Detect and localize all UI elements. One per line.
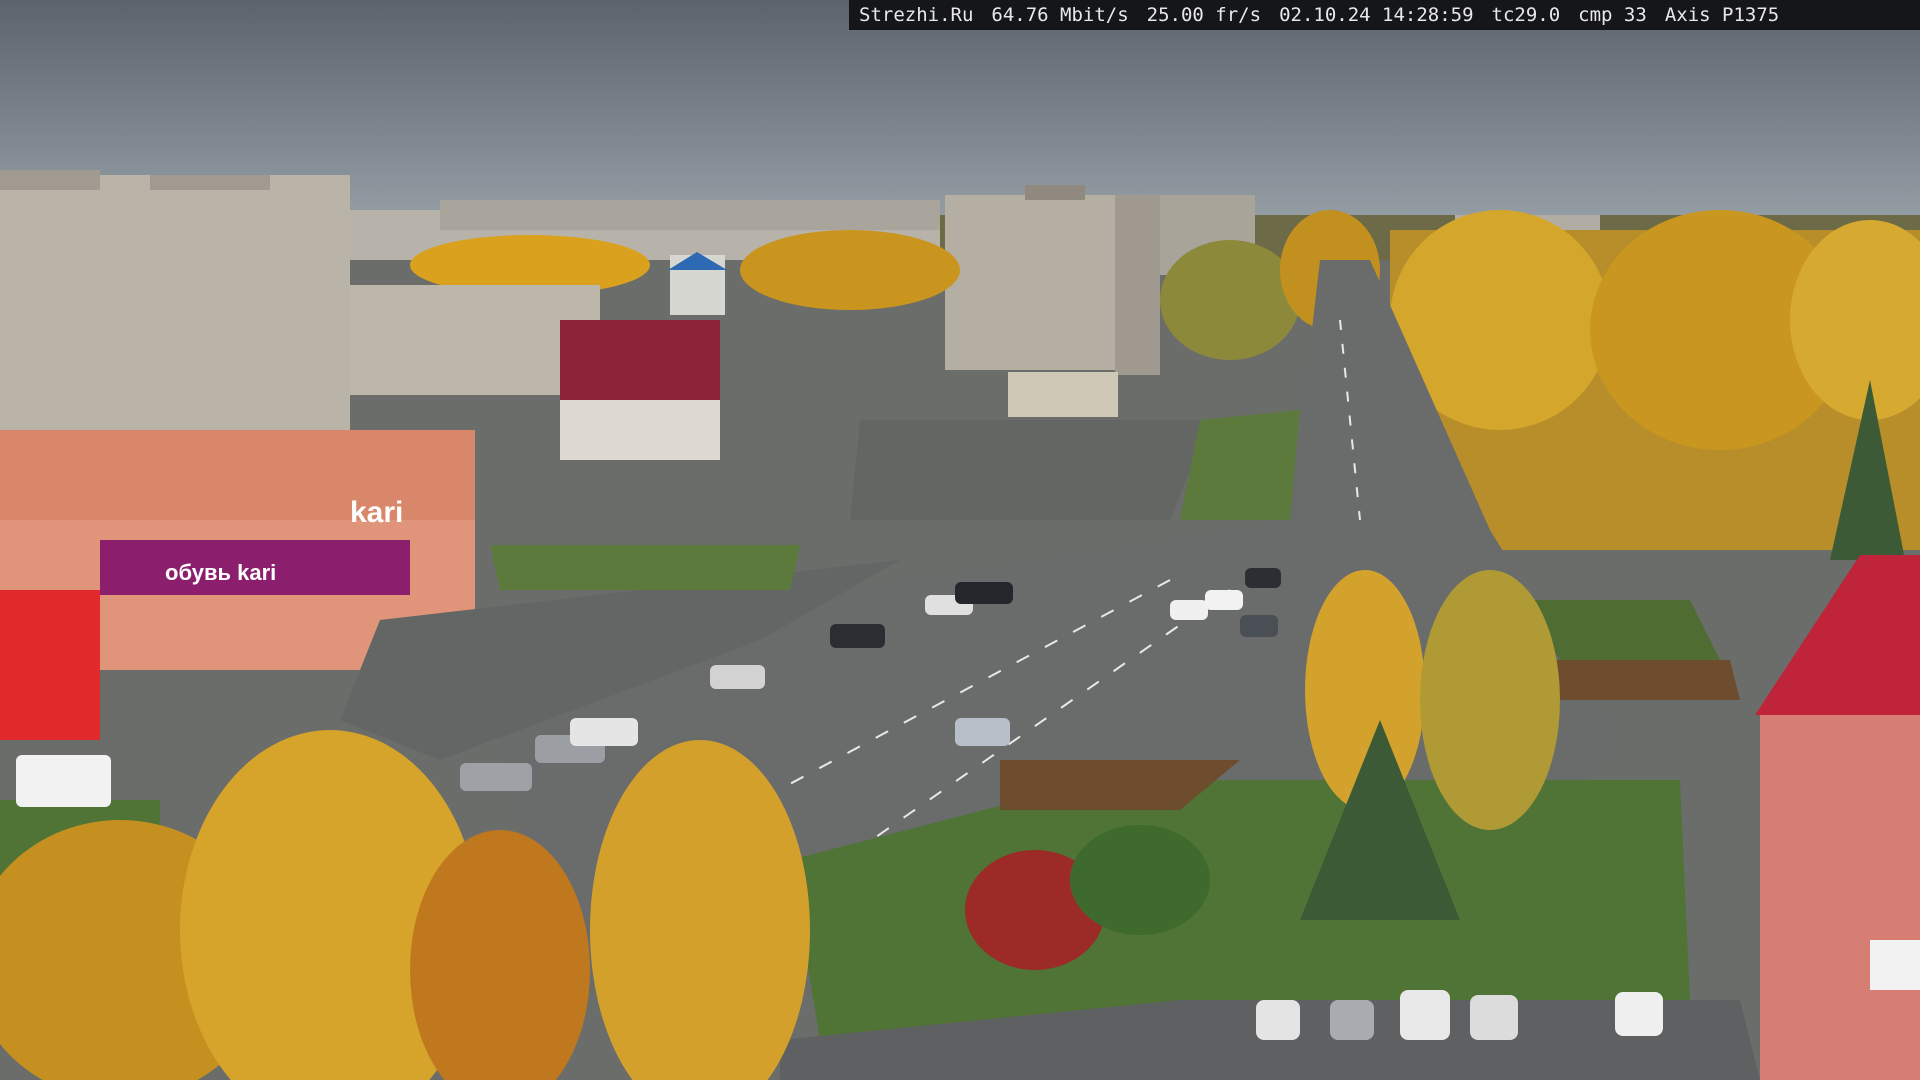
car [460, 763, 532, 791]
car [16, 755, 111, 807]
car [1330, 1000, 1374, 1040]
overlay-datetime: 02.10.24 14:28:59 [1279, 4, 1474, 26]
car [570, 718, 638, 746]
central-apartment-block [945, 185, 1160, 375]
kari-store-logo: kari [350, 496, 403, 529]
overlay-bitrate: 64.76 Mbit/s [991, 4, 1129, 26]
car [830, 624, 885, 648]
kari-store-banner-text: обувь kari [165, 560, 276, 585]
red-storefront [0, 590, 100, 740]
maroon-building-lower [560, 400, 720, 460]
overlay-site: Strezhi.Ru [859, 4, 974, 26]
car [1205, 590, 1243, 610]
car [1400, 990, 1450, 1040]
overlay-camera-model: Axis P1375 [1664, 4, 1780, 26]
low-building-center [1008, 372, 1118, 417]
webcam-scene: kari обувь kari [0, 0, 1920, 1080]
car [955, 582, 1013, 604]
car [1615, 992, 1663, 1036]
central-plaza [850, 420, 1210, 520]
car [1240, 615, 1278, 637]
overlay-framerate: 25.00 fr/s [1146, 4, 1262, 26]
car [1470, 995, 1518, 1040]
car [1256, 1000, 1300, 1040]
car [710, 665, 765, 689]
car [955, 718, 1010, 746]
car [1170, 600, 1208, 620]
overlay-tc: tc29.0 [1491, 4, 1561, 26]
maroon-building [560, 320, 720, 400]
car [1245, 568, 1281, 588]
overlay-cmp: cmp 33 [1578, 4, 1647, 26]
camera-info-overlay: Strezhi.Ru 64.76 Mbit/s 25.00 fr/s 02.10… [849, 0, 1920, 30]
